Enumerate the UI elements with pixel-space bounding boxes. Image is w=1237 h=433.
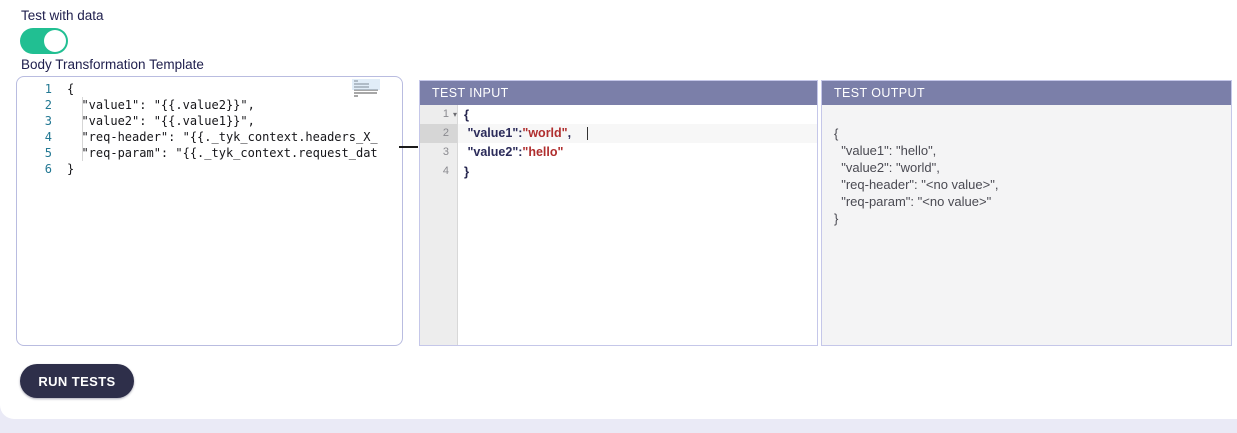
output-line: }	[834, 211, 839, 226]
line-number: 3	[44, 114, 52, 128]
toggle-knob	[44, 30, 66, 52]
test-with-data-label: Test with data	[21, 8, 104, 23]
editor-line[interactable]: 6 }	[17, 161, 402, 177]
editor-line[interactable]: 2 "value1": "{{.value2}}",	[17, 97, 402, 113]
run-tests-button[interactable]: RUN TESTS	[20, 364, 134, 398]
editor-line[interactable]: 1 {	[17, 81, 402, 97]
test-output-content: { "value1": "hello", "value2": "world", …	[822, 105, 1231, 345]
test-input-gutter: 1 ▾ 2 3 4	[420, 105, 458, 345]
indent-guide	[82, 97, 83, 161]
panel-resize-handle[interactable]	[399, 146, 418, 148]
test-input-editor[interactable]: 1 ▾ 2 3 4 { "value1":"world", "value2":"h…	[420, 105, 817, 345]
input-line[interactable]: {	[458, 105, 817, 124]
body-transformation-template-label: Body Transformation Template	[21, 57, 204, 72]
output-line: "value2": "world",	[834, 160, 940, 175]
output-line: "value1": "hello",	[834, 143, 937, 158]
minimap-line	[354, 95, 358, 97]
input-line[interactable]: }	[458, 162, 817, 181]
test-input-header: TEST INPUT	[420, 81, 817, 105]
test-input-panel: TEST INPUT 1 ▾ 2 3 4 { "value1":"world", …	[419, 80, 818, 346]
minimap-slider[interactable]	[352, 79, 380, 90]
input-line-active[interactable]: "value1":"world",	[458, 124, 817, 143]
editor-line[interactable]: 4 "req-header": "{{._tyk_context.headers…	[17, 129, 402, 145]
minimap[interactable]	[352, 79, 380, 97]
minimap-line	[354, 92, 377, 94]
line-number: 2	[44, 98, 52, 112]
output-line: "req-param": "<no value>"	[834, 194, 992, 209]
test-input-content[interactable]: { "value1":"world", "value2":"hello" }	[458, 105, 817, 345]
gutter-row: 3	[442, 146, 449, 158]
editor-line[interactable]: 3 "value2": "{{.value1}}",	[17, 113, 402, 129]
output-line: "req-header": "<no value>",	[834, 177, 999, 192]
gutter-row: 4	[442, 165, 449, 177]
line-number: 5	[44, 146, 52, 160]
gutter-row: 1 ▾	[420, 105, 457, 124]
editor-line[interactable]: 5 "req-param": "{{._tyk_context.request_…	[17, 145, 402, 161]
input-line[interactable]: "value2":"hello"	[458, 143, 817, 162]
test-with-data-toggle[interactable]	[20, 28, 68, 54]
page: Test with data Body Transformation Templ…	[0, 0, 1237, 433]
fold-arrow-icon[interactable]: ▾	[453, 105, 457, 124]
line-number: 6	[44, 162, 52, 176]
line-number: 1	[44, 82, 52, 96]
text-cursor	[587, 127, 589, 141]
template-code-editor[interactable]: 1 { 2 "value1": "{{.value2}}", 3 "value2…	[16, 76, 403, 346]
gutter-row-active: 2	[420, 124, 457, 143]
line-number: 4	[44, 130, 52, 144]
output-line: {	[834, 126, 839, 141]
test-output-header: TEST OUTPUT	[822, 81, 1231, 105]
test-output-panel: TEST OUTPUT { "value1": "hello", "value2…	[821, 80, 1232, 346]
